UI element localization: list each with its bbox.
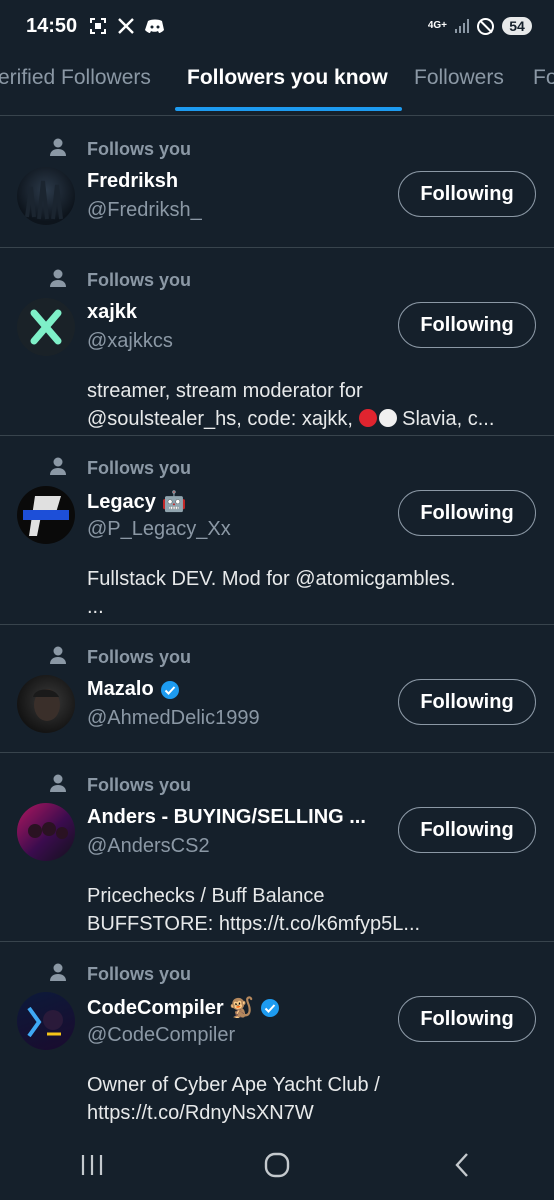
following-button[interactable]: Following	[398, 679, 536, 725]
following-button[interactable]: Following	[398, 171, 536, 217]
bio-line: @soulstealer_hs, code: xajkk, Slavia, c.…	[87, 408, 495, 430]
avatar[interactable]	[17, 167, 75, 225]
display-name[interactable]: CodeCompiler 🐒	[87, 995, 254, 1020]
bio-line: ...	[87, 596, 104, 618]
tab-followers-you-know[interactable]: Followers you know	[187, 66, 388, 90]
avatar[interactable]	[17, 298, 75, 356]
list-item[interactable]: Follows you Anders - BUYING/SELLING ... …	[0, 753, 554, 942]
follows-you-label: Follows you	[87, 458, 192, 478]
home-button[interactable]	[247, 1145, 307, 1185]
display-name[interactable]: Anders - BUYING/SELLING ...	[87, 806, 366, 829]
verified-badge-icon	[261, 998, 280, 1017]
bio-line: https://t.co/RdnyNsXN7W	[87, 1102, 314, 1124]
follows-you-label: Follows you	[87, 775, 192, 795]
person-icon	[50, 138, 66, 156]
screenshot-icon	[90, 18, 107, 34]
list-item[interactable]: Follows you Legacy 🤖 @P_Legacy_Xx Follow…	[0, 436, 554, 625]
white-circle-icon	[378, 409, 397, 427]
tab-bar: erified Followers Followers you know Fol…	[0, 52, 554, 116]
bio-line: Fullstack DEV. Mod for @atomicgambles.	[87, 568, 456, 590]
display-name[interactable]: xajkk	[87, 301, 137, 324]
active-tab-indicator	[175, 107, 402, 111]
status-bar: 14:50 4G+ 54	[0, 0, 554, 52]
signal-icon	[455, 19, 469, 33]
list-item[interactable]: Follows you xajkk @xajkkcs Following str…	[0, 248, 554, 436]
following-button[interactable]: Following	[398, 302, 536, 348]
list-item[interactable]: Follows you CodeCompiler 🐒 @CodeCompiler…	[0, 942, 554, 1132]
user-handle[interactable]: @CodeCompiler	[87, 1024, 235, 1047]
home-icon	[264, 1152, 290, 1178]
display-name[interactable]: Mazalo	[87, 678, 154, 701]
bio-line: streamer, stream moderator for	[87, 380, 363, 402]
tab-following[interactable]: Fo	[533, 66, 554, 90]
network-indicator: 4G+	[427, 20, 447, 31]
follows-you-label: Follows you	[87, 270, 192, 290]
person-icon	[50, 269, 66, 287]
follows-you-label: Follows you	[87, 964, 192, 984]
person-icon	[50, 774, 66, 792]
back-button[interactable]	[432, 1145, 492, 1185]
battery-indicator: 54	[502, 17, 532, 35]
bio-line: Pricechecks / Buff Balance	[87, 885, 325, 907]
follows-you-label: Follows you	[87, 139, 192, 159]
verified-badge-icon	[160, 680, 179, 699]
bio-line: Owner of Cyber Ape Yacht Club /	[87, 1074, 380, 1096]
recent-apps-button[interactable]	[62, 1145, 122, 1185]
system-navigation-bar	[0, 1130, 554, 1200]
list-item[interactable]: Follows you Mazalo @AhmedDelic1999 Follo…	[0, 625, 554, 753]
person-icon	[50, 646, 66, 664]
tab-followers[interactable]: Followers	[414, 66, 504, 90]
user-handle[interactable]: @AhmedDelic1999	[87, 707, 260, 730]
user-handle[interactable]: @Fredriksh_	[87, 199, 202, 222]
back-icon	[455, 1153, 468, 1177]
avatar[interactable]	[17, 486, 75, 544]
discord-icon	[145, 19, 165, 33]
followers-list: Follows you Fredriksh @Fredriksh_ Follow…	[0, 117, 554, 1132]
user-bio: Fullstack DEV. Mod for @atomicgambles. .…	[87, 565, 537, 621]
red-circle-icon	[358, 409, 377, 427]
user-handle[interactable]: @xajkkcs	[87, 330, 173, 353]
avatar[interactable]	[17, 675, 75, 733]
user-bio: Pricechecks / Buff Balance BUFFSTORE: ht…	[87, 882, 537, 938]
user-handle[interactable]: @AndersCS2	[87, 835, 210, 858]
do-not-disturb-icon	[477, 17, 494, 35]
following-button[interactable]: Following	[398, 807, 536, 853]
x-icon	[118, 18, 135, 34]
bio-line: BUFFSTORE: https://t.co/k6mfyp5L...	[87, 913, 421, 935]
list-item[interactable]: Follows you Fredriksh @Fredriksh_ Follow…	[0, 117, 554, 248]
person-icon	[50, 457, 66, 475]
following-button[interactable]: Following	[398, 490, 536, 536]
user-handle[interactable]: @P_Legacy_Xx	[87, 518, 231, 541]
tab-verified-followers[interactable]: erified Followers	[0, 66, 151, 90]
avatar[interactable]	[17, 992, 75, 1050]
user-bio: streamer, stream moderator for @soulstea…	[87, 377, 537, 433]
user-bio: Owner of Cyber Ape Yacht Club / https://…	[87, 1071, 537, 1127]
recent-apps-icon	[82, 1155, 103, 1175]
display-name[interactable]: Fredriksh	[87, 170, 178, 193]
follows-you-label: Follows you	[87, 647, 192, 667]
avatar[interactable]	[17, 803, 75, 861]
display-name[interactable]: Legacy 🤖	[87, 489, 186, 514]
status-time: 14:50	[26, 14, 78, 37]
following-button[interactable]: Following	[398, 996, 536, 1042]
person-icon	[50, 963, 66, 981]
